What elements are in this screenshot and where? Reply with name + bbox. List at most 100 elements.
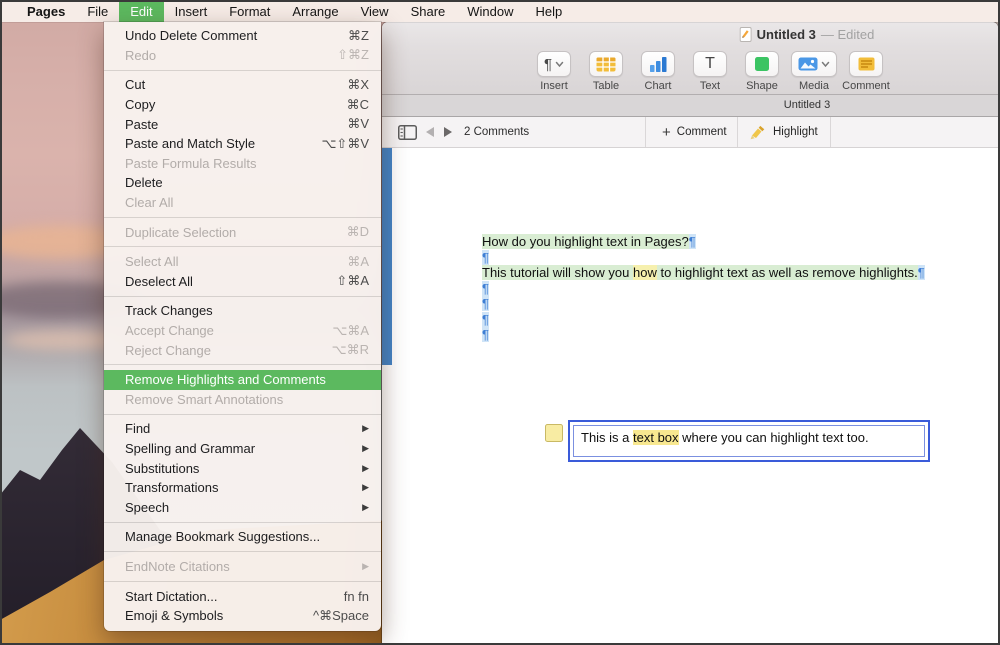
- menubar-item-help[interactable]: Help: [525, 0, 574, 22]
- menu-item-spelling-and-grammar[interactable]: Spelling and Grammar ▶: [104, 439, 381, 459]
- toolbar-item-label: Text: [699, 80, 721, 92]
- document-paragraph[interactable]: How do you highlight text in Pages?¶: [482, 234, 925, 250]
- menu-item-endnote-citations: EndNote Citations ▶: [104, 557, 381, 577]
- comment-marker[interactable]: [545, 424, 563, 442]
- pilcrow-mark[interactable]: ¶: [482, 311, 489, 327]
- menu-separator: [104, 551, 381, 553]
- document-paragraph[interactable]: ¶: [482, 327, 925, 343]
- menu-item-paste-and-match-style[interactable]: Paste and Match Style ⌥⇧⌘V: [104, 134, 381, 154]
- window-titlebar[interactable]: Untitled 3 — Edited: [382, 22, 998, 47]
- menu-item-track-changes[interactable]: Track Changes: [104, 301, 381, 321]
- green-highlighted-text[interactable]: to highlight text as well as remove high…: [656, 265, 918, 280]
- menu-item-paste[interactable]: Paste ⌘V: [104, 114, 381, 134]
- yellow-highlighted-text[interactable]: how: [633, 265, 657, 280]
- menubar-item-view[interactable]: View: [350, 0, 400, 22]
- menu-item-speech[interactable]: Speech ▶: [104, 497, 381, 517]
- menu-item-start-dictation[interactable]: Start Dictation... fn fn: [104, 586, 381, 606]
- text-icon: T: [705, 55, 715, 72]
- toolbar-item-label: Comment: [842, 80, 890, 92]
- document-paragraph[interactable]: ¶: [482, 249, 925, 266]
- document-paragraph[interactable]: ¶: [482, 296, 925, 312]
- comment-icon: [858, 57, 875, 71]
- shape-button[interactable]: [745, 51, 779, 77]
- menu-item-delete[interactable]: Delete: [104, 173, 381, 193]
- media-button[interactable]: [791, 51, 837, 77]
- menu-item-cut[interactable]: Cut ⌘X: [104, 75, 381, 95]
- window-title-group: Untitled 3 — Edited: [739, 22, 874, 47]
- menubar-item-arrange[interactable]: Arrange: [281, 0, 349, 22]
- document-text: How do you highlight text in Pages?¶ ¶ T…: [482, 234, 925, 343]
- text-box-text[interactable]: where you can highlight text too.: [679, 430, 868, 445]
- menu-item-label: Start Dictation...: [125, 588, 218, 604]
- menu-item-remove-highlights-and-comments[interactable]: Remove Highlights and Comments: [104, 369, 381, 390]
- menubar-item-file[interactable]: File: [76, 0, 119, 22]
- document-icon: [739, 27, 752, 42]
- sidebar-toggle-icon[interactable]: [398, 125, 417, 143]
- menu-item-label: Speech: [125, 499, 170, 515]
- highlight-button[interactable]: Highlight: [748, 117, 818, 147]
- highlighter-icon: [748, 125, 767, 140]
- menu-item-shortcut: ⌘D: [346, 224, 369, 240]
- document-paragraph[interactable]: ¶: [482, 280, 925, 297]
- text-button[interactable]: T: [693, 51, 727, 77]
- pilcrow-mark[interactable]: ¶: [917, 265, 925, 280]
- pilcrow-icon: ¶: [543, 55, 553, 73]
- pilcrow-mark[interactable]: ¶: [482, 280, 489, 296]
- menu-item-manage-bookmark-suggestions[interactable]: Manage Bookmark Suggestions...: [104, 527, 381, 547]
- insert-button[interactable]: ¶: [536, 51, 572, 77]
- pilcrow-mark[interactable]: ¶: [688, 234, 696, 249]
- pilcrow-mark[interactable]: ¶: [482, 249, 489, 265]
- toolbar-item-label: Media: [799, 80, 829, 92]
- text-box-content[interactable]: This is a text box where you can highlig…: [573, 425, 925, 457]
- menu-item-substitutions[interactable]: Substitutions ▶: [104, 458, 381, 478]
- menu-item-copy[interactable]: Copy ⌘C: [104, 95, 381, 115]
- submenu-arrow-icon: ▶: [362, 501, 369, 512]
- next-comment-button[interactable]: [444, 127, 452, 137]
- highlight-label: Highlight: [773, 126, 818, 138]
- menu-item-emoji-symbols[interactable]: Emoji & Symbols ^⌘Space: [104, 606, 381, 626]
- window-toolbar: ¶ Insert Table Chart T Text Shape Media Comment: [382, 47, 998, 95]
- menu-item-label: Duplicate Selection: [125, 224, 237, 240]
- menu-item-shortcut: ⌘X: [347, 76, 369, 92]
- document-paragraph[interactable]: ¶: [482, 311, 925, 328]
- menubar-item-pages[interactable]: Pages: [16, 0, 76, 22]
- menu-separator: [104, 216, 381, 218]
- chart-button[interactable]: [641, 51, 675, 77]
- menubar-item-edit[interactable]: Edit: [119, 0, 164, 22]
- menubar-item-share[interactable]: Share: [400, 0, 457, 22]
- add-comment-button[interactable]: + Comment: [662, 117, 727, 147]
- menu-item-label: Manage Bookmark Suggestions...: [125, 529, 321, 545]
- yellow-highlighted-text[interactable]: text box: [633, 430, 679, 445]
- document-area[interactable]: How do you highlight text in Pages?¶ ¶ T…: [382, 148, 998, 643]
- document-paragraph[interactable]: This tutorial will show you how to highl…: [482, 265, 925, 281]
- menu-item-label: Cut: [125, 77, 146, 93]
- menu-item-undo-delete-comment[interactable]: Undo Delete Comment ⌘Z: [104, 26, 381, 46]
- text-box-text[interactable]: This is a: [581, 430, 633, 445]
- pilcrow-mark[interactable]: ¶: [482, 327, 489, 342]
- menu-item-find[interactable]: Find ▶: [104, 419, 381, 439]
- menu-item-shortcut: ⌘C: [346, 96, 369, 112]
- menubar-item-window[interactable]: Window: [456, 0, 524, 22]
- menu-item-shortcut: ⌥⇧⌘V: [321, 135, 369, 151]
- toolbar-item-shape: Shape: [736, 51, 788, 92]
- menu-item-remove-smart-annotations: Remove Smart Annotations: [104, 390, 381, 410]
- menu-item-label: Deselect All: [125, 273, 193, 289]
- green-highlighted-text[interactable]: This tutorial will show you: [482, 265, 633, 280]
- comments-bar-divider: [830, 117, 831, 147]
- previous-comment-button[interactable]: [426, 127, 434, 137]
- menubar-item-insert[interactable]: Insert: [164, 0, 219, 22]
- menu-item-deselect-all[interactable]: Deselect All ⇧⌘A: [104, 272, 381, 292]
- menu-item-reject-change: Reject Change ⌥⌘R: [104, 340, 381, 360]
- menubar: Pages File Edit Insert Format Arrange View Shar…: [0, 0, 1000, 22]
- toolbar-item-table: Table: [580, 51, 632, 92]
- text-box[interactable]: This is a text box where you can highlig…: [568, 420, 930, 462]
- chevron-down-icon: [821, 61, 830, 68]
- comment-button[interactable]: [849, 51, 883, 77]
- pilcrow-mark[interactable]: ¶: [482, 296, 489, 311]
- green-highlighted-text[interactable]: How do you highlight text in Pages?: [482, 234, 689, 249]
- menubar-item-format[interactable]: Format: [218, 0, 281, 22]
- window-title: Untitled 3: [756, 27, 816, 42]
- table-button[interactable]: [589, 51, 623, 77]
- menu-item-transformations[interactable]: Transformations ▶: [104, 478, 381, 498]
- toolbar-item-text: T Text: [684, 51, 736, 92]
